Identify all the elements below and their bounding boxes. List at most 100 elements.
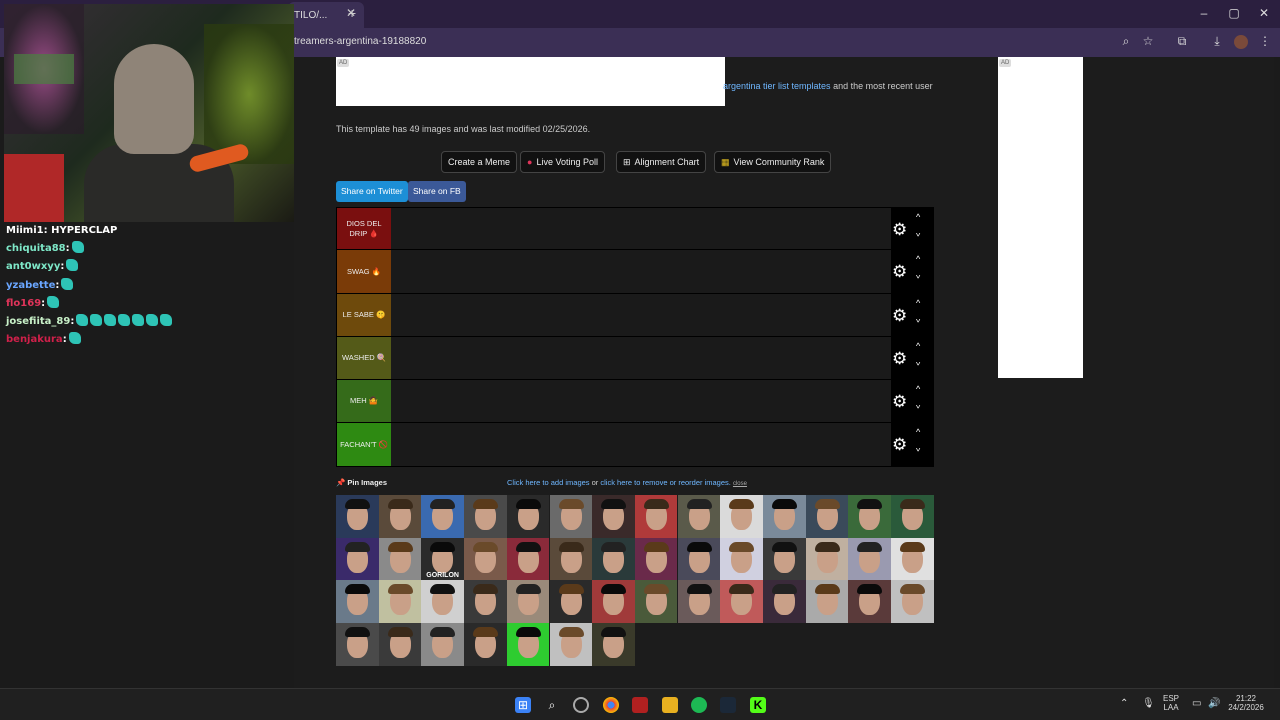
pool-image[interactable] — [634, 537, 678, 581]
pool-image[interactable] — [805, 537, 849, 581]
remove-images-link[interactable]: click here to remove or reorder images. — [600, 478, 730, 487]
community-rank-button[interactable]: ▦ View Community Rank — [714, 151, 832, 173]
extensions-icon[interactable]: ⧉ — [1173, 34, 1191, 49]
tier-row[interactable]: LE SABE 🤫 ⚙ ^ ^ — [336, 293, 934, 337]
spotify-icon[interactable] — [691, 697, 707, 713]
chat-username[interactable]: josefiita_89 — [6, 316, 70, 327]
pool-image[interactable] — [763, 495, 806, 538]
pool-image[interactable] — [592, 537, 635, 581]
pool-image[interactable] — [336, 580, 379, 623]
star-icon[interactable]: ☆ — [1139, 34, 1157, 48]
pool-image[interactable] — [848, 495, 891, 538]
pool-image[interactable] — [421, 495, 464, 538]
clock[interactable]: 21:22 24/2/2026 — [1228, 694, 1264, 712]
live-poll-button[interactable]: ● Live Voting Poll — [520, 151, 605, 173]
chevron-down-icon[interactable]: ^ — [916, 314, 920, 324]
pool-image[interactable] — [634, 580, 678, 623]
pool-image[interactable] — [677, 537, 721, 581]
share-twitter-button[interactable]: Share on Twitter — [336, 181, 408, 202]
language-indicator[interactable]: ESP LAA — [1163, 694, 1179, 712]
pool-image[interactable] — [634, 495, 678, 538]
pool-image[interactable] — [677, 495, 721, 538]
chevron-down-icon[interactable]: ^ — [916, 270, 920, 280]
pool-image[interactable] — [549, 580, 592, 623]
folder-icon[interactable] — [662, 697, 678, 713]
gear-icon[interactable]: ⚙ — [892, 392, 907, 412]
url-field[interactable]: treamers-argentina-19188820 — [294, 36, 426, 47]
chat-username[interactable]: ant0wxyy — [6, 261, 60, 272]
pin-images-toggle[interactable]: 📌 Pin Images — [336, 478, 387, 487]
pool-image[interactable] — [421, 623, 464, 666]
pool-image[interactable] — [378, 495, 422, 538]
tier-row[interactable]: DIOS DEL DRIP 🩸 ⚙ ^ ^ — [336, 207, 934, 251]
network-icon[interactable]: ▭ — [1192, 698, 1201, 709]
pool-image[interactable] — [549, 495, 592, 538]
chevron-up-icon[interactable]: ^ — [916, 341, 920, 351]
kick-icon[interactable]: K — [750, 697, 766, 713]
new-tab-button[interactable]: + — [348, 5, 356, 21]
pool-image[interactable] — [763, 580, 806, 623]
pool-image[interactable] — [506, 580, 550, 623]
pool-image[interactable] — [549, 537, 592, 581]
tier-row[interactable]: WASHED 🍭 ⚙ ^ ^ — [336, 336, 934, 381]
start-icon[interactable]: ⊞ — [515, 697, 531, 713]
chat-username[interactable]: benjakura — [6, 334, 63, 345]
pool-image[interactable] — [336, 623, 379, 666]
tier-row[interactable]: SWAG 🔥 ⚙ ^ ^ — [336, 250, 934, 294]
pool-image[interactable] — [805, 495, 849, 538]
tier-row[interactable]: FACHAN'T 🚫 ⚙ ^ ^ — [336, 423, 934, 467]
menu-icon[interactable]: ⋮ — [1256, 34, 1274, 48]
pool-image[interactable] — [720, 580, 763, 623]
pool-image[interactable] — [378, 537, 422, 581]
search-icon[interactable]: ⌕ — [544, 697, 560, 713]
mic-icon[interactable]: 🎙 — [1142, 698, 1155, 709]
pool-image[interactable] — [891, 537, 934, 581]
pool-image[interactable] — [891, 580, 934, 623]
chat-username[interactable]: chiquita88 — [6, 243, 66, 254]
zoom-icon[interactable]: ⌕ — [1117, 34, 1135, 49]
pool-image[interactable] — [378, 580, 422, 623]
chat-username[interactable]: yzabette — [6, 280, 55, 291]
pool-image[interactable] — [506, 537, 550, 581]
pool-image[interactable] — [378, 623, 422, 666]
pool-image[interactable] — [464, 537, 507, 581]
chevron-up-icon[interactable]: ^ — [916, 254, 920, 264]
pool-image[interactable] — [805, 580, 849, 623]
add-images-link[interactable]: Click here to add images — [507, 478, 590, 487]
chevron-down-icon[interactable]: ^ — [916, 443, 920, 453]
tier-label[interactable]: LE SABE 🤫 — [337, 293, 391, 336]
pool-image[interactable] — [848, 580, 891, 623]
pool-image[interactable] — [549, 623, 592, 666]
pool-image[interactable] — [592, 580, 635, 623]
pool-image[interactable] — [464, 580, 507, 623]
chevron-down-icon[interactable]: ^ — [916, 357, 920, 367]
chevron-up-icon[interactable]: ^ — [916, 212, 920, 222]
pool-image[interactable] — [720, 537, 763, 581]
pool-image[interactable] — [421, 580, 464, 623]
chevron-down-icon[interactable]: ^ — [916, 400, 920, 410]
pool-image[interactable] — [592, 495, 635, 538]
templates-link[interactable]: argentina tier list templates — [723, 81, 831, 91]
download-icon[interactable]: ⤓ — [1208, 34, 1226, 49]
obs-icon[interactable] — [573, 697, 589, 713]
close-link[interactable]: close — [733, 481, 747, 487]
gear-icon[interactable]: ⚙ — [892, 435, 907, 455]
tier-label[interactable]: FACHAN'T 🚫 — [337, 423, 391, 466]
share-fb-button[interactable]: Share on FB — [408, 181, 466, 202]
pool-image[interactable] — [677, 580, 721, 623]
chevron-up-icon[interactable]: ^ — [916, 384, 920, 394]
chevron-down-icon[interactable]: ^ — [916, 228, 920, 238]
create-meme-button[interactable]: Create a Meme — [441, 151, 518, 173]
gear-icon[interactable]: ⚙ — [892, 349, 907, 369]
tier-label[interactable]: MEH 🤷 — [337, 380, 391, 423]
pool-image[interactable] — [891, 495, 934, 538]
chrome-icon[interactable] — [603, 697, 619, 713]
tray-chevron-icon[interactable]: ⌃ — [1120, 698, 1128, 709]
steam-icon[interactable] — [720, 697, 736, 713]
profile-avatar[interactable] — [1234, 35, 1248, 49]
maximize-button[interactable]: ▢ — [1224, 6, 1244, 20]
pool-image[interactable] — [506, 623, 550, 666]
minimize-button[interactable]: – — [1194, 6, 1214, 20]
gear-icon[interactable]: ⚙ — [892, 262, 907, 282]
pool-image[interactable] — [506, 495, 550, 538]
